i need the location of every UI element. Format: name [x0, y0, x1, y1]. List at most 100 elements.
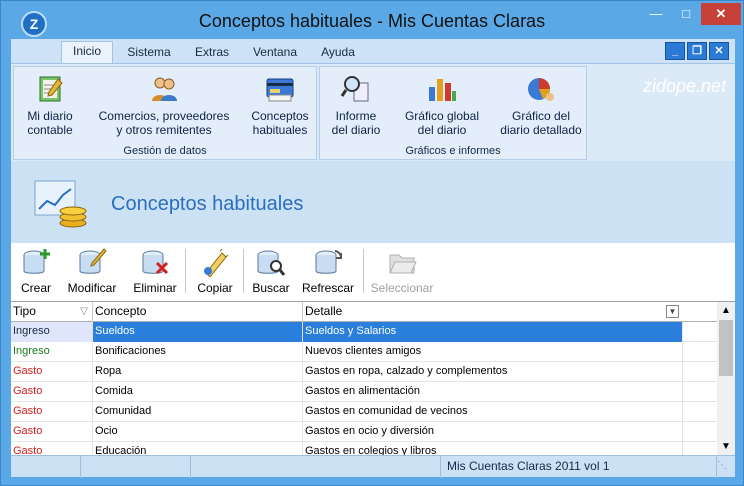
scroll-thumb[interactable]	[719, 320, 733, 376]
table-row[interactable]: Gasto Comunidad Gastos en comunidad de v…	[11, 402, 719, 422]
table-row[interactable]: Gasto Ocio Gastos en ocio y diversión	[11, 422, 719, 442]
window-title: Conceptos habituales - Mis Cuentas Clara…	[198, 11, 546, 31]
tab-extras[interactable]: Extras	[189, 43, 235, 63]
ribbon-btn-label-1: Comercios, proveedores	[98, 109, 230, 123]
ribbon-btn-mi-diario[interactable]: Mi diario contable	[20, 73, 80, 137]
coins-chart-icon	[34, 180, 87, 228]
tab-inicio[interactable]: Inicio	[61, 41, 113, 63]
pie-chart-icon	[528, 78, 554, 101]
scroll-down-icon[interactable]: ▼	[717, 438, 735, 455]
folder-open-icon	[389, 254, 417, 274]
table-row[interactable]: Ingreso Sueldos Sueldos y Salarios	[11, 322, 719, 342]
column-header-tipo[interactable]: Tipo ▽	[11, 302, 93, 322]
delete-button[interactable]: Eliminar	[129, 247, 181, 295]
tab-ventana[interactable]: Ventana	[247, 43, 303, 63]
ribbon-group-graficos: Informe del diario Gráfico global del di…	[319, 66, 587, 160]
status-cell	[11, 456, 81, 478]
cell-detalle: Gastos en ocio y diversión	[303, 422, 683, 442]
column-header-detalle[interactable]: Detalle ▼	[303, 302, 683, 322]
column-header-label: Tipo	[13, 304, 36, 318]
cell-detalle: Gastos en ropa, calzado y complementos	[303, 362, 683, 382]
grid-header: Tipo ▽ Concepto Detalle ▼	[11, 302, 719, 322]
modify-button[interactable]: Modificar	[61, 247, 123, 295]
tab-ayuda[interactable]: Ayuda	[315, 43, 361, 63]
table-row[interactable]: Ingreso Bonificaciones Nuevos clientes a…	[11, 342, 719, 362]
magnifier-report-icon	[340, 76, 369, 102]
brand-logo: zidope.net	[643, 76, 727, 96]
table-row[interactable]: Gasto Educación Gastos en colegios y lib…	[11, 442, 719, 455]
search-button[interactable]: Buscar	[249, 247, 293, 295]
cell-tipo: Gasto	[11, 362, 93, 382]
copy-button[interactable]: Copiar	[193, 247, 237, 295]
status-version: Mis Cuentas Claras 2011 vol 1	[441, 456, 717, 478]
ribbon-btn-label-1: Mi diario	[27, 109, 73, 123]
vertical-scrollbar[interactable]: ▲ ▼	[717, 302, 735, 455]
cell-detalle: Gastos en comunidad de vecinos	[303, 402, 683, 422]
notebook-icon	[39, 76, 63, 102]
resize-grip-icon[interactable]: ⋱	[717, 460, 733, 476]
table-row[interactable]: Gasto Comida Gastos en alimentación	[11, 382, 719, 402]
table-row[interactable]: Gasto Ropa Gastos en ropa, calzado y com…	[11, 362, 719, 382]
ribbon-btn-informe[interactable]: Informe del diario	[326, 73, 386, 137]
column-header-label: Detalle	[305, 304, 343, 318]
status-bar: Mis Cuentas Claras 2011 vol 1 ⋱	[11, 455, 735, 478]
application-window: Z Conceptos habituales - Mis Cuentas Cla…	[0, 0, 744, 486]
close-button[interactable]: ✕	[701, 3, 741, 25]
filter-icon[interactable]: ▽	[80, 302, 88, 321]
toolbar-separator	[363, 249, 364, 293]
cell-detalle: Gastos en alimentación	[303, 382, 683, 402]
ribbon-btn-grafico-detallado[interactable]: Gráfico del diario detallado	[496, 73, 586, 137]
data-grid: Tipo ▽ Concepto Detalle ▼ Ingreso Sueldo…	[11, 301, 735, 455]
maximize-button[interactable]: □	[671, 3, 701, 25]
cell-concepto: Educación	[93, 442, 303, 455]
ribbon-btn-label-2: del diario	[417, 123, 467, 137]
refresh-button[interactable]: Refrescar	[301, 247, 355, 295]
mdi-restore-button[interactable]: ❐	[687, 42, 707, 60]
toolbar-label: Buscar	[252, 281, 290, 295]
toolbar-label: Crear	[20, 281, 51, 295]
db-search-icon	[257, 250, 286, 276]
cell-tipo: Gasto	[11, 442, 93, 455]
ribbon-btn-comercios[interactable]: Comercios, proveedores y otros remitente…	[88, 73, 240, 137]
ribbon-group-label: Gestión de datos	[123, 145, 207, 157]
ribbon-btn-label-1: Gráfico global	[404, 109, 480, 123]
cell-detalle: Gastos en colegios y libros	[303, 442, 683, 455]
cell-concepto: Comida	[93, 382, 303, 402]
ribbon: Mi diario contable Comercios, proveedore…	[11, 63, 735, 161]
minimize-button[interactable]: —	[641, 3, 671, 25]
scroll-up-icon[interactable]: ▲	[717, 302, 735, 320]
column-dropdown-icon[interactable]: ▼	[666, 305, 679, 318]
cell-concepto: Ropa	[93, 362, 303, 382]
ribbon-btn-label-1: Conceptos	[251, 109, 309, 123]
db-delete-icon	[142, 250, 169, 275]
ribbon-btn-conceptos[interactable]: Conceptos habituales	[246, 73, 314, 137]
toolbar-separator	[243, 249, 244, 293]
cell-concepto: Sueldos	[93, 322, 303, 342]
cell-detalle: Nuevos clientes amigos	[303, 342, 683, 362]
ribbon-group-gestion: Mi diario contable Comercios, proveedore…	[13, 66, 317, 160]
title-bar: Z Conceptos habituales - Mis Cuentas Cla…	[1, 1, 743, 39]
cell-tipo: Gasto	[11, 402, 93, 422]
banner: Conceptos habituales	[11, 161, 735, 243]
ribbon-btn-label-2: diario detallado	[500, 123, 582, 137]
ribbon-btn-label-2: habituales	[252, 123, 308, 137]
card-icon	[266, 78, 294, 102]
ribbon-tabs: Inicio Sistema Extras Ventana Ayuda _ ❐ …	[11, 39, 735, 63]
cell-tipo: Ingreso	[11, 342, 93, 362]
create-button[interactable]: Crear	[15, 247, 57, 295]
toolbar-label: Eliminar	[133, 281, 177, 295]
select-button[interactable]: Seleccionar	[369, 247, 435, 295]
cell-tipo: Gasto	[11, 382, 93, 402]
mdi-minimize-button[interactable]: _	[665, 42, 685, 60]
toolbar-label: Modificar	[67, 281, 117, 295]
toolbar-label: Copiar	[197, 281, 233, 295]
column-header-concepto[interactable]: Concepto	[93, 302, 303, 322]
ribbon-btn-grafico-global[interactable]: Gráfico global del diario	[394, 73, 490, 137]
page-title: Conceptos habituales	[111, 193, 304, 215]
bar-chart-icon	[429, 79, 456, 101]
mdi-close-button[interactable]: ✕	[709, 42, 729, 60]
toolbar: Crear Modificar Eliminar Copiar Buscar R…	[11, 243, 735, 301]
cell-detalle: Sueldos y Salarios	[303, 322, 683, 342]
toolbar-label: Refrescar	[301, 281, 354, 295]
tab-sistema[interactable]: Sistema	[121, 43, 177, 63]
